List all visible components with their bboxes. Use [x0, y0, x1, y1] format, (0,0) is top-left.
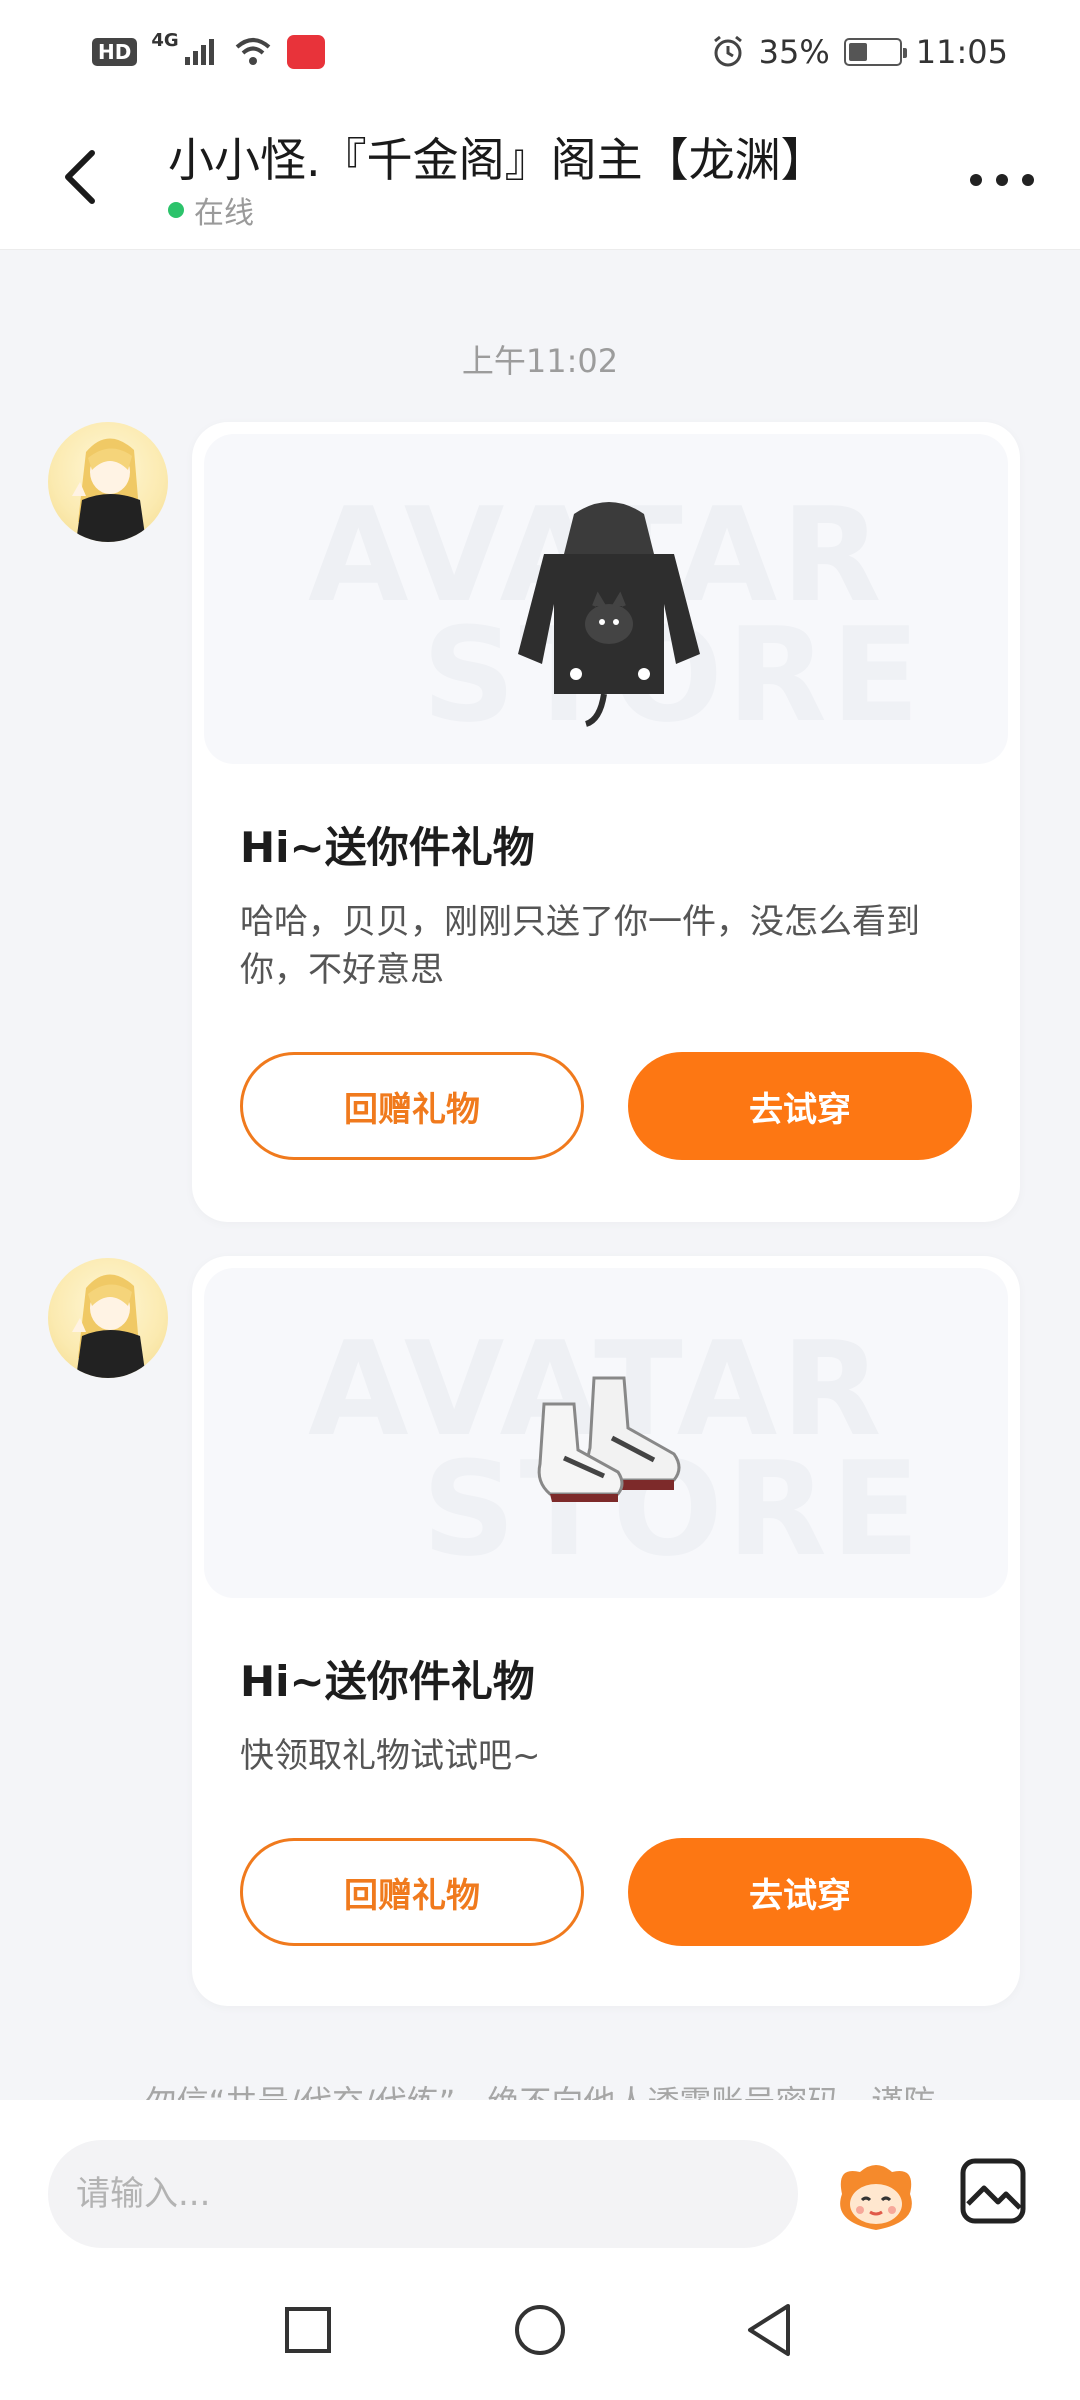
input-bar: [0, 2100, 1080, 2250]
battery-percent: 35%: [758, 33, 830, 71]
clock: 11:05: [915, 33, 1008, 71]
square-nav-icon: [285, 2307, 331, 2353]
online-dot-icon: [168, 202, 184, 218]
return-gift-button[interactable]: 回赠礼物: [240, 1838, 584, 1946]
gift-image[interactable]: AVATAR STORE: [204, 434, 1008, 764]
gift-card: AVATAR STORE Hi~送你件礼物 哈哈，贝贝，刚刚只送了你一件，没怎么…: [192, 422, 1020, 1222]
image-icon: [960, 2158, 1026, 2224]
app-notification-icon: [286, 35, 325, 69]
status-left: HD 4G: [92, 30, 325, 69]
recent-apps-button[interactable]: [278, 2300, 338, 2360]
back-arrow-icon: [65, 150, 95, 204]
online-status-label: 在线: [194, 196, 254, 231]
more-button[interactable]: [970, 160, 1034, 200]
image-button[interactable]: [958, 2156, 1028, 2226]
more-icon-dot: [1022, 174, 1034, 186]
gift-message: 快领取礼物试试吧~: [240, 1736, 541, 1776]
chat-header: 小小怪.『千金阁』阁主【龙渊】 在线: [0, 104, 1080, 250]
gift-image[interactable]: AVATAR STORE: [204, 1268, 1008, 1598]
online-status: 在线: [168, 188, 254, 232]
gift-card: AVATAR STORE Hi~送你件礼物 快领取礼物试试吧~ 回赠礼物 去试穿: [192, 1256, 1020, 2006]
chat-title: 小小怪.『千金阁』阁主【龙渊】: [168, 133, 827, 187]
battery-level: [848, 43, 867, 61]
hoodie-icon: [518, 502, 700, 727]
wifi-icon: [235, 38, 270, 65]
alarm-icon: [713, 35, 742, 67]
safety-warning: 勿信“共号/代充/代练”，绝不向他人透露账号密码，谨防: [0, 2072, 1080, 2100]
try-on-button[interactable]: 去试穿: [628, 1838, 972, 1946]
home-button[interactable]: [510, 2300, 570, 2360]
hd-badge: HD: [92, 38, 138, 66]
message-timestamp: 上午11:02: [461, 342, 619, 380]
back-button[interactable]: [50, 140, 110, 214]
sender-avatar[interactable]: [48, 1258, 168, 1378]
gift-title: Hi~送你件礼物: [240, 1657, 535, 1706]
status-right: 35% 11:05: [711, 33, 1008, 71]
message-input[interactable]: [48, 2140, 798, 2248]
gift-title: Hi~送你件礼物: [240, 823, 535, 872]
emoji-mascot-icon: [840, 2165, 912, 2230]
status-bar: HD 4G 35% 11:05: [0, 0, 1080, 104]
avatar-girl-icon: [72, 438, 146, 542]
avatar-girl-icon: [72, 1274, 146, 1378]
more-icon-dot: [996, 174, 1008, 186]
circle-nav-icon: [515, 2305, 565, 2355]
more-icon: [970, 174, 982, 186]
try-on-button[interactable]: 去试穿: [628, 1052, 972, 1160]
battery-icon: [843, 38, 907, 66]
sender-avatar[interactable]: [48, 422, 168, 542]
back-nav-button[interactable]: [740, 2300, 800, 2360]
triangle-nav-icon: [748, 2304, 790, 2356]
return-gift-button[interactable]: 回赠礼物: [240, 1052, 584, 1160]
gift-message: 哈哈，贝贝，刚刚只送了你一件，没怎么看到你，不好意思: [240, 902, 920, 990]
network-label: 4G: [151, 29, 179, 51]
emoji-button[interactable]: [830, 2158, 922, 2234]
signal-icon: [184, 39, 214, 65]
system-nav-bar: [0, 2250, 1080, 2400]
sneakers-icon: [537, 1376, 681, 1502]
